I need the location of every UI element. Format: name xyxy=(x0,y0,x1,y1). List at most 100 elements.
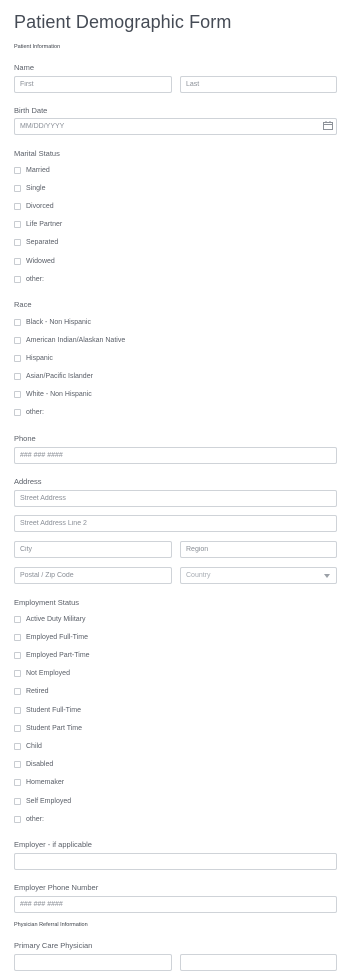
race-option-label: Hispanic xyxy=(26,354,53,362)
marital-status-checkbox[interactable] xyxy=(14,184,21,192)
marital-status-option-label: Life Partner xyxy=(26,221,63,229)
employment-status-option-label: Student Part Time xyxy=(26,724,83,732)
street-address-input[interactable] xyxy=(14,490,337,507)
employment-status-option[interactable]: other: xyxy=(14,814,44,824)
phone-input[interactable] xyxy=(14,447,337,464)
race-checkbox[interactable] xyxy=(14,354,21,362)
marital-status-option[interactable]: Widowed xyxy=(14,256,55,266)
employment-status-checkbox[interactable] xyxy=(14,651,21,659)
marital-status-checkbox[interactable] xyxy=(14,275,21,283)
primary-care-first-input[interactable] xyxy=(14,954,172,971)
region-input[interactable] xyxy=(180,541,337,558)
primary-care-last-input[interactable] xyxy=(180,954,337,971)
race-option-label: Black - Non Hispanic xyxy=(26,318,91,326)
marital-status-option[interactable]: Single xyxy=(14,183,45,193)
race-option[interactable]: other: xyxy=(14,408,44,418)
employment-status-option[interactable]: Employed Part-Time xyxy=(14,650,90,660)
employment-status-option[interactable]: Homemaker xyxy=(14,778,64,788)
employment-status-checkbox[interactable] xyxy=(14,779,21,787)
employer-input[interactable] xyxy=(14,853,337,870)
marital-status-option-label: Widowed xyxy=(26,257,55,265)
marital-status-option[interactable]: Married xyxy=(14,165,50,175)
employment-status-option[interactable]: Self Employed xyxy=(14,796,71,806)
employment-status-option[interactable]: Child xyxy=(14,741,42,751)
employment-status-checkbox[interactable] xyxy=(14,742,21,750)
marital-status-checkbox[interactable] xyxy=(14,221,21,229)
employment-status-checkbox[interactable] xyxy=(14,670,21,678)
marital-status-option-label: Separated xyxy=(26,239,59,247)
employment-status-option[interactable]: Student Part Time xyxy=(14,723,82,733)
employment-status-option-label: Retired xyxy=(26,688,49,696)
race-checkbox[interactable] xyxy=(14,318,21,326)
employment-status-option-label: Employed Full-Time xyxy=(26,633,88,641)
employment-status-option[interactable]: Disabled xyxy=(14,760,53,770)
employment-status-checkbox[interactable] xyxy=(14,761,21,769)
race-option-label: White - Non Hispanic xyxy=(26,390,92,398)
race-checkbox[interactable] xyxy=(14,409,21,416)
race-label: Race xyxy=(14,300,32,309)
employment-status-option-label: other: xyxy=(26,815,44,823)
employment-status-checkbox[interactable] xyxy=(14,724,21,732)
marital-status-option[interactable]: Divorced xyxy=(14,201,54,211)
marital-status-option[interactable]: other: xyxy=(14,274,44,284)
employment-status-option[interactable]: Not Employed xyxy=(14,669,70,679)
country-select[interactable]: Country xyxy=(180,567,337,584)
marital-status-option-label: Single xyxy=(26,184,46,192)
first-name-input[interactable] xyxy=(14,76,172,93)
employment-status-checkbox[interactable] xyxy=(14,706,21,714)
employment-status-option-label: Disabled xyxy=(26,761,54,769)
country-select-value: Country xyxy=(186,572,211,579)
employment-status-option-label: Self Employed xyxy=(26,797,72,805)
race-option[interactable]: Black - Non Hispanic xyxy=(14,317,91,327)
postal-code-input[interactable] xyxy=(14,567,172,584)
calendar-icon[interactable] xyxy=(323,121,333,130)
section-label-physician-referral: Physician Referral Information xyxy=(14,922,88,928)
marital-status-option[interactable]: Separated xyxy=(14,238,58,248)
marital-status-option[interactable]: Life Partner xyxy=(14,220,62,230)
marital-status-option-label: Divorced xyxy=(26,202,54,210)
marital-status-checkbox[interactable] xyxy=(14,257,21,265)
employer-phone-label: Employer Phone Number xyxy=(14,883,99,892)
last-name-input[interactable] xyxy=(180,76,337,93)
employment-status-option[interactable]: Employed Full-Time xyxy=(14,632,88,642)
employment-status-option-label: Homemaker xyxy=(26,779,65,787)
section-label-patient-information: Patient Information xyxy=(14,44,61,50)
employer-label: Employer - if applicable xyxy=(14,840,92,849)
employment-status-option[interactable]: Student Full-Time xyxy=(14,705,81,715)
employer-phone-input[interactable] xyxy=(14,896,337,913)
race-option[interactable]: American Indian/Alaskan Native xyxy=(14,335,125,345)
race-option[interactable]: Hispanic xyxy=(14,353,53,363)
race-checkbox[interactable] xyxy=(14,336,21,344)
race-option[interactable]: Asian/Pacific Islander xyxy=(14,371,93,381)
employment-status-option[interactable]: Retired xyxy=(14,687,49,697)
marital-status-checkbox[interactable] xyxy=(14,239,21,247)
employment-status-option-label: Active Duty Military xyxy=(26,615,86,623)
employment-status-option-label: Child xyxy=(26,742,42,750)
race-checkbox[interactable] xyxy=(14,390,21,398)
birth-date-input[interactable] xyxy=(14,118,337,135)
race-checkbox[interactable] xyxy=(14,372,21,380)
employment-status-option-label: Not Employed xyxy=(26,670,70,678)
marital-status-checkbox[interactable] xyxy=(14,166,21,174)
marital-status-option-label: other: xyxy=(26,275,44,283)
chevron-down-icon xyxy=(324,574,330,578)
employment-status-checkbox[interactable] xyxy=(14,688,21,696)
city-input[interactable] xyxy=(14,541,172,558)
address-label: Address xyxy=(14,477,42,486)
employment-status-checkbox[interactable] xyxy=(14,815,21,823)
marital-status-label: Marital Status xyxy=(14,149,60,158)
street-address-line2-input[interactable] xyxy=(14,515,337,532)
employment-status-option-label: Employed Part-Time xyxy=(26,651,90,659)
employment-status-checkbox[interactable] xyxy=(14,615,21,623)
employment-status-checkbox[interactable] xyxy=(14,633,21,641)
marital-status-option-label: Married xyxy=(26,166,50,174)
marital-status-checkbox[interactable] xyxy=(14,202,21,210)
employment-status-option-label: Student Full-Time xyxy=(26,706,81,714)
race-option[interactable]: White - Non Hispanic xyxy=(14,389,92,399)
primary-care-physician-label: Primary Care Physician xyxy=(14,941,93,950)
employment-status-option[interactable]: Active Duty Military xyxy=(14,614,86,624)
phone-label: Phone xyxy=(14,434,36,443)
employment-status-checkbox[interactable] xyxy=(14,797,21,805)
name-label: Name xyxy=(14,63,35,72)
employment-status-label: Employment Status xyxy=(14,598,80,607)
